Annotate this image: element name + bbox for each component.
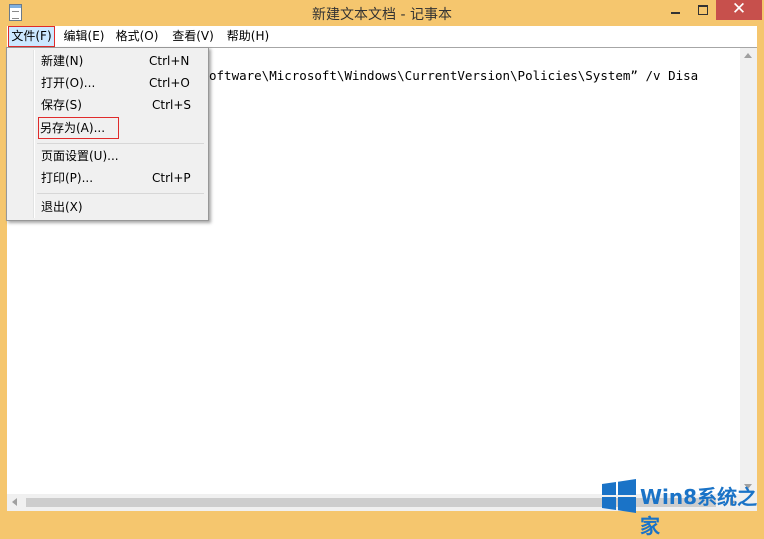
menu-item-label: 打印(P)... <box>41 171 94 185</box>
menu-item-shortcut: Ctrl+S <box>152 98 192 112</box>
watermark-text: Win8系统之家 <box>640 485 758 538</box>
scroll-left-icon[interactable] <box>12 498 17 506</box>
menu-item-label: 页面设置(U)... <box>41 149 119 163</box>
menu-item-shortcut: Ctrl+N <box>149 54 190 68</box>
menu-item-page-setup[interactable]: 页面设置(U)... <box>9 145 206 167</box>
menu-bar: 文件(F) 编辑(E) 格式(O) 查看(V) 帮助(H) <box>7 26 757 47</box>
menu-item-shortcut: Ctrl+O <box>149 76 190 90</box>
scroll-up-icon[interactable] <box>744 53 752 58</box>
minimize-icon <box>670 12 680 14</box>
menu-file[interactable]: 文件(F) <box>8 26 55 47</box>
menu-item-shortcut: Ctrl+P <box>152 171 191 185</box>
menu-format[interactable]: 格式(O) <box>112 26 162 47</box>
menu-item-label: 退出(X) <box>41 200 83 214</box>
menu-item-label: 打开(O)... <box>41 76 96 90</box>
minimize-button[interactable] <box>661 0 689 20</box>
vertical-scrollbar[interactable] <box>740 48 757 494</box>
menu-view[interactable]: 查看(V) <box>168 26 218 47</box>
maximize-icon <box>697 5 708 15</box>
close-button[interactable]: ✕ <box>716 0 762 20</box>
menu-item-label: 新建(N) <box>41 54 84 68</box>
menu-item-save[interactable]: 保存(S) Ctrl+S <box>9 94 206 116</box>
menu-separator <box>37 193 204 194</box>
watermark: Win8系统之家 <box>600 475 764 538</box>
file-menu-dropdown: 新建(N) Ctrl+N 打开(O)... Ctrl+O 保存(S) Ctrl+… <box>6 47 209 221</box>
menu-edit[interactable]: 编辑(E) <box>59 26 109 47</box>
window-title: 新建文本文档 - 记事本 <box>312 7 452 23</box>
menu-separator <box>37 143 204 144</box>
menu-item-open[interactable]: 打开(O)... Ctrl+O <box>9 72 206 94</box>
editor-content[interactable]: oftware\Microsoft\Windows\CurrentVersion… <box>209 68 698 83</box>
menu-help[interactable]: 帮助(H) <box>223 26 273 47</box>
windows-logo-icon <box>602 479 636 513</box>
menu-item-new[interactable]: 新建(N) Ctrl+N <box>9 50 206 72</box>
menu-item-label: 另存为(A)... <box>38 117 120 139</box>
close-icon: ✕ <box>731 0 747 19</box>
menu-item-exit[interactable]: 退出(X) <box>9 196 206 218</box>
title-bar: 新建文本文档 - 记事本 ✕ <box>0 0 764 26</box>
menu-item-save-as[interactable]: 另存为(A)... <box>9 117 206 139</box>
menu-item-label: 保存(S) <box>41 98 82 112</box>
menu-item-print[interactable]: 打印(P)... Ctrl+P <box>9 167 206 189</box>
maximize-button[interactable] <box>689 0 716 20</box>
